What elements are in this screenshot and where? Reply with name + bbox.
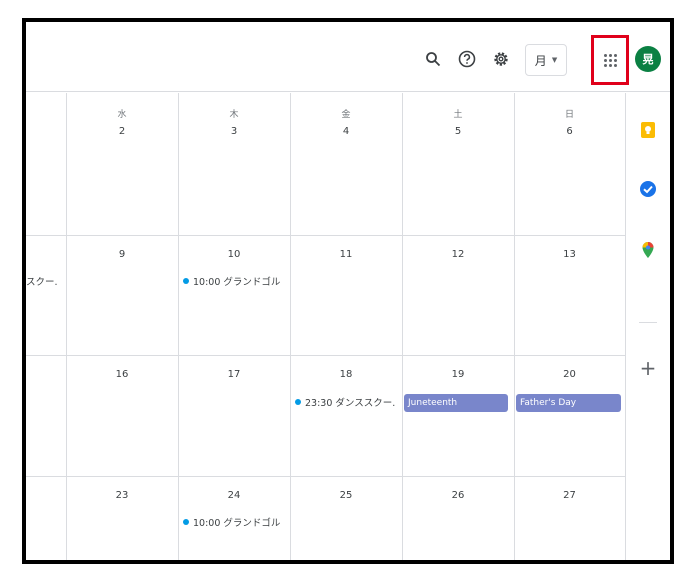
date-number[interactable]: 2: [66, 126, 178, 137]
date-number[interactable]: 17: [178, 369, 290, 380]
day-cell[interactable]: 10: [178, 235, 290, 355]
side-panel: +: [626, 93, 670, 560]
search-icon[interactable]: [422, 48, 444, 70]
day-cell[interactable]: 27: [514, 476, 625, 560]
day-cell[interactable]: 18: [290, 355, 402, 476]
event-title: 23:30 ダンススクー.: [305, 398, 396, 409]
event-title: スクー.: [26, 277, 58, 288]
top-bar: 月 ▼ 晃: [26, 22, 670, 92]
date-number[interactable]: 5: [402, 126, 514, 137]
event-title: 10:00 グランドゴル: [193, 518, 281, 529]
day-cell[interactable]: 土 5: [402, 93, 514, 235]
calendar-window: 月 ▼ 晃 水 2 木 3 金 4 土 5 日 6 9 10 11 12 13 …: [22, 18, 674, 564]
settings-gear-icon[interactable]: [490, 48, 512, 70]
holiday-chip[interactable]: Father's Day: [516, 394, 621, 412]
apps-grid-icon: [603, 53, 617, 67]
date-number[interactable]: 27: [514, 490, 625, 501]
day-cell[interactable]: 25: [290, 476, 402, 560]
date-number[interactable]: 20: [514, 369, 625, 380]
date-number[interactable]: 18: [290, 369, 402, 380]
day-cell[interactable]: 11: [290, 235, 402, 355]
date-number[interactable]: 24: [178, 490, 290, 501]
date-number[interactable]: 26: [402, 490, 514, 501]
google-apps-button[interactable]: [591, 35, 629, 85]
date-number[interactable]: 19: [402, 369, 514, 380]
maps-icon[interactable]: [639, 241, 657, 259]
account-avatar[interactable]: 晃: [635, 46, 661, 72]
date-number[interactable]: 10: [178, 249, 290, 260]
event-item[interactable]: 23:30 ダンススクー.: [295, 395, 401, 409]
date-number[interactable]: 13: [514, 249, 625, 260]
date-number[interactable]: 4: [290, 126, 402, 137]
event-title: 10:00 グランドゴル: [193, 277, 281, 288]
day-cell[interactable]: 17: [178, 355, 290, 476]
event-item[interactable]: 10:00 グランドゴル: [183, 515, 287, 529]
weekday-label: 水: [117, 110, 127, 120]
day-cell[interactable]: 9: [66, 235, 178, 355]
help-icon[interactable]: [456, 48, 478, 70]
day-cell[interactable]: 16: [66, 355, 178, 476]
add-icon[interactable]: +: [639, 358, 657, 378]
date-number[interactable]: 9: [66, 249, 178, 260]
day-cell[interactable]: 日 6: [514, 93, 625, 235]
weekday-label: 日: [564, 110, 574, 120]
chevron-down-icon: ▼: [551, 56, 558, 64]
day-cell[interactable]: 19: [402, 355, 514, 476]
day-cell[interactable]: 23: [66, 476, 178, 560]
event-dot-icon: [295, 399, 301, 405]
day-cell[interactable]: 12: [402, 235, 514, 355]
keep-icon[interactable]: [639, 121, 657, 139]
day-cell[interactable]: 木 3: [178, 93, 290, 235]
date-number[interactable]: 12: [402, 249, 514, 260]
side-divider: [639, 322, 657, 323]
date-number[interactable]: 23: [66, 490, 178, 501]
weekday-label: 木: [229, 110, 239, 120]
date-number[interactable]: 25: [290, 490, 402, 501]
day-cell[interactable]: 水 2: [66, 93, 178, 235]
holiday-chip[interactable]: Juneteenth: [404, 394, 508, 412]
date-number[interactable]: 16: [66, 369, 178, 380]
event-item[interactable]: スクー.: [26, 274, 66, 288]
weekday-label: 金: [341, 110, 351, 120]
view-selector-dropdown[interactable]: 月 ▼: [525, 44, 567, 76]
day-cell[interactable]: 20: [514, 355, 625, 476]
tasks-icon[interactable]: [639, 180, 657, 198]
view-selector-label: 月: [534, 53, 547, 68]
weekday-label: 土: [453, 110, 463, 120]
event-dot-icon: [183, 278, 189, 284]
day-cell[interactable]: 13: [514, 235, 625, 355]
day-cell[interactable]: 26: [402, 476, 514, 560]
day-cell[interactable]: 金 4: [290, 93, 402, 235]
month-grid: 水 2 木 3 金 4 土 5 日 6 9 10 11 12 13 スクー. 1…: [26, 93, 626, 560]
event-dot-icon: [183, 519, 189, 525]
event-item[interactable]: 10:00 グランドゴル: [183, 274, 287, 288]
date-number[interactable]: 11: [290, 249, 402, 260]
date-number[interactable]: 3: [178, 126, 290, 137]
date-number[interactable]: 6: [514, 126, 625, 137]
